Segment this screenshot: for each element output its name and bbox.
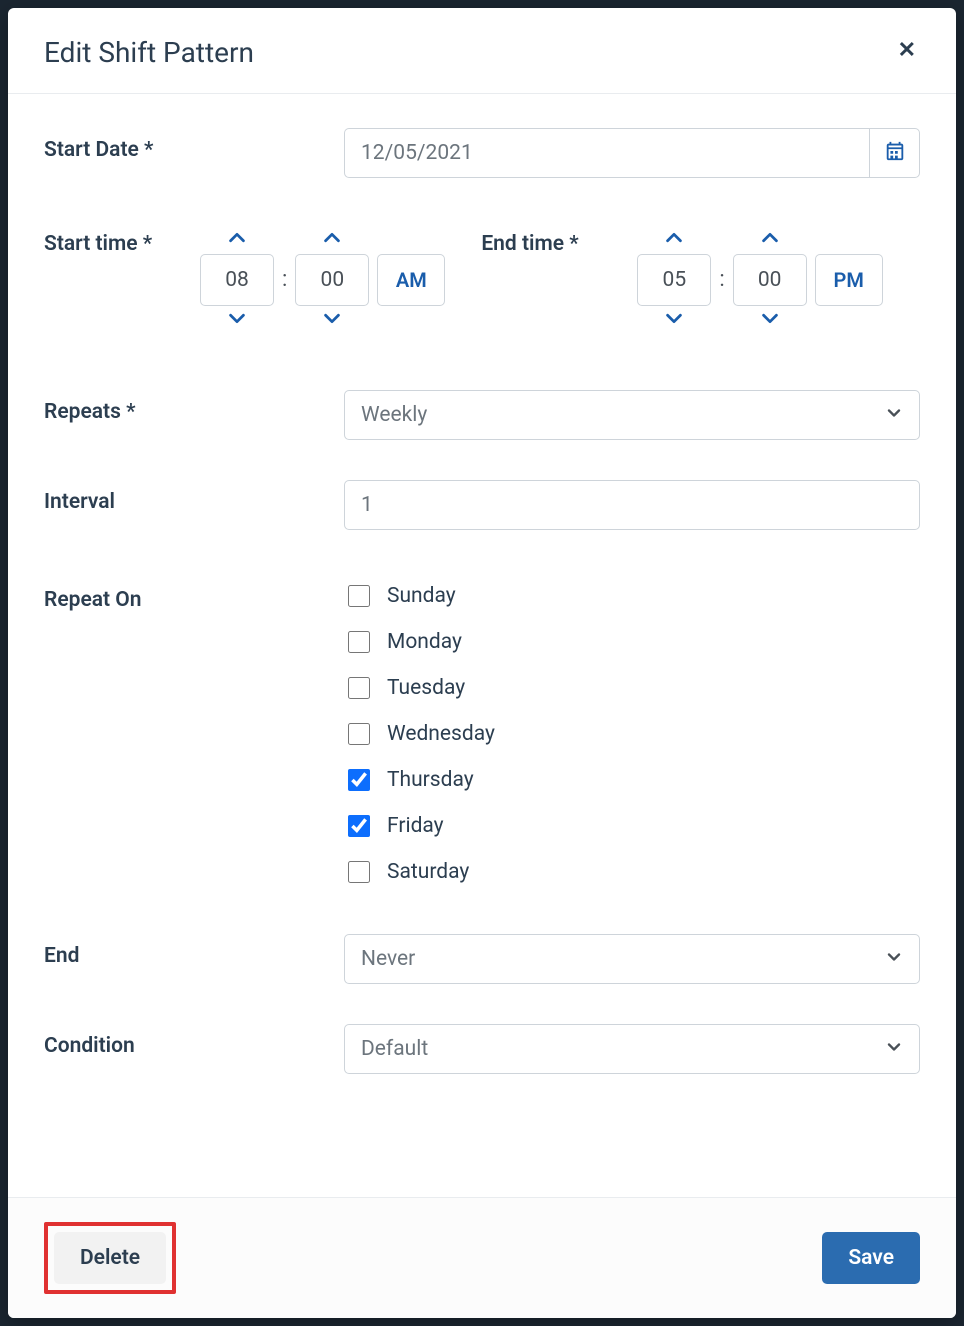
- end-hour-up[interactable]: [663, 226, 685, 254]
- repeats-row: Repeats * Weekly: [44, 390, 920, 440]
- chevron-down-icon: [663, 307, 685, 333]
- condition-select[interactable]: Default: [344, 1024, 920, 1074]
- start-minute-input[interactable]: [295, 254, 369, 306]
- chevron-down-icon: [226, 307, 248, 333]
- chevron-up-icon: [759, 227, 781, 253]
- repeats-select[interactable]: Weekly: [344, 390, 920, 440]
- modal-footer: Delete Save: [8, 1197, 956, 1318]
- repeats-label: Repeats *: [44, 390, 344, 424]
- day-checkbox-tuesday[interactable]: [348, 677, 370, 699]
- day-label: Monday: [387, 630, 462, 654]
- end-label: End: [44, 934, 344, 968]
- day-item-friday[interactable]: Friday: [344, 812, 920, 840]
- repeat-on-row: Repeat On Sunday Monday Tuesday Wednesday Th…: [44, 578, 920, 886]
- end-hour-input[interactable]: [637, 254, 711, 306]
- end-minute-input[interactable]: [733, 254, 807, 306]
- interval-row: Interval: [44, 480, 920, 530]
- start-ampm-toggle[interactable]: AM: [377, 254, 445, 306]
- day-checkbox-wednesday[interactable]: [348, 723, 370, 745]
- start-date-input[interactable]: [344, 128, 869, 178]
- day-checkbox-friday[interactable]: [348, 815, 370, 837]
- day-label: Tuesday: [387, 676, 465, 700]
- end-time-spinner: : PM: [637, 226, 882, 334]
- day-item-monday[interactable]: Monday: [344, 628, 920, 656]
- interval-input[interactable]: [344, 480, 920, 530]
- edit-shift-pattern-modal: Edit Shift Pattern ✕ Start Date *: [8, 8, 956, 1318]
- start-date-row: Start Date *: [44, 128, 920, 178]
- time-colon: :: [282, 267, 287, 294]
- day-item-sunday[interactable]: Sunday: [344, 582, 920, 610]
- chevron-up-icon: [663, 227, 685, 253]
- start-hour-input[interactable]: [200, 254, 274, 306]
- day-checkbox-thursday[interactable]: [348, 769, 370, 791]
- day-label: Friday: [387, 814, 444, 838]
- start-date-input-group: [344, 128, 920, 178]
- calendar-button[interactable]: [869, 128, 920, 178]
- days-list: Sunday Monday Tuesday Wednesday Thursday Frid…: [344, 578, 920, 886]
- day-label: Saturday: [387, 860, 469, 884]
- start-hour-down[interactable]: [226, 306, 248, 334]
- day-item-wednesday[interactable]: Wednesday: [344, 720, 920, 748]
- start-time-group: Start time * : AM: [44, 226, 445, 334]
- start-date-label: Start Date *: [44, 128, 344, 162]
- condition-row: Condition Default: [44, 1024, 920, 1074]
- condition-label: Condition: [44, 1024, 344, 1058]
- day-label: Wednesday: [387, 722, 495, 746]
- interval-label: Interval: [44, 480, 344, 514]
- repeat-on-label: Repeat On: [44, 578, 344, 612]
- end-minute-down[interactable]: [759, 306, 781, 334]
- day-item-tuesday[interactable]: Tuesday: [344, 674, 920, 702]
- end-minute-up[interactable]: [759, 226, 781, 254]
- time-colon: :: [719, 267, 724, 294]
- day-checkbox-saturday[interactable]: [348, 861, 370, 883]
- delete-button[interactable]: Delete: [54, 1232, 166, 1284]
- end-hour-down[interactable]: [663, 306, 685, 334]
- start-time-label: Start time *: [44, 226, 184, 256]
- modal-title: Edit Shift Pattern: [44, 36, 254, 69]
- end-select[interactable]: Never: [344, 934, 920, 984]
- end-ampm-toggle[interactable]: PM: [815, 254, 883, 306]
- chevron-up-icon: [226, 227, 248, 253]
- chevron-down-icon: [759, 307, 781, 333]
- start-time-spinner: : AM: [200, 226, 445, 334]
- modal-body: Start Date * Start time *: [8, 94, 956, 1197]
- close-icon[interactable]: ✕: [894, 36, 920, 66]
- day-checkbox-monday[interactable]: [348, 631, 370, 653]
- chevron-up-icon: [321, 227, 343, 253]
- day-label: Sunday: [387, 584, 456, 608]
- chevron-down-icon: [321, 307, 343, 333]
- day-label: Thursday: [387, 768, 474, 792]
- end-time-label: End time *: [481, 226, 621, 256]
- end-time-group: End time * : PM: [481, 226, 882, 334]
- start-minute-up[interactable]: [321, 226, 343, 254]
- start-hour-up[interactable]: [226, 226, 248, 254]
- start-minute-down[interactable]: [321, 306, 343, 334]
- day-item-saturday[interactable]: Saturday: [344, 858, 920, 886]
- day-item-thursday[interactable]: Thursday: [344, 766, 920, 794]
- time-row: Start time * : AM: [44, 226, 920, 334]
- calendar-icon: [884, 140, 906, 166]
- day-checkbox-sunday[interactable]: [348, 585, 370, 607]
- modal-header: Edit Shift Pattern ✕: [8, 8, 956, 94]
- save-button[interactable]: Save: [822, 1232, 920, 1284]
- end-row: End Never: [44, 934, 920, 984]
- delete-highlight: Delete: [44, 1222, 176, 1294]
